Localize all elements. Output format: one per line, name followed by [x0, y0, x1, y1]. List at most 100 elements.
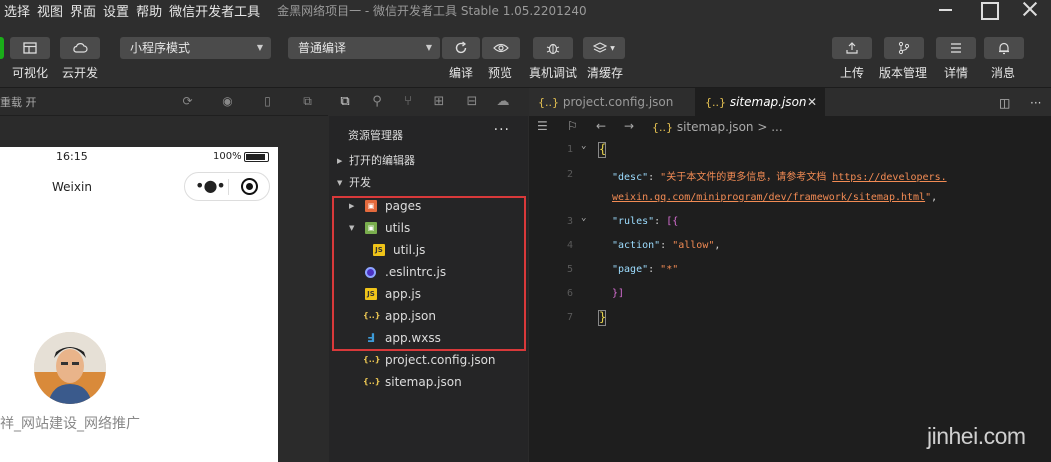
branch-icon — [898, 41, 910, 55]
bookmark-icon[interactable]: ⚐ — [567, 119, 578, 133]
list-icon[interactable]: ☰ — [537, 119, 548, 133]
url-link[interactable]: https://developers. — [832, 172, 946, 183]
phone-icon[interactable]: ▯ — [261, 95, 274, 108]
mode-select[interactable]: 小程序模式 ▼ — [120, 37, 271, 59]
compile-label: 编译 — [449, 66, 474, 80]
menu-help[interactable]: 帮助 — [132, 1, 165, 20]
more-actions-icon[interactable]: ··· — [494, 122, 510, 138]
hot-reload-toggle[interactable]: 重载 开 — [0, 94, 37, 110]
tree-item-label: project.config.json — [385, 353, 496, 367]
menu-devtools[interactable]: 微信开发者工具 — [165, 1, 263, 20]
watermark: jinhei.com — [927, 423, 1026, 449]
fold-chevron-icon[interactable]: ⌄ — [581, 141, 586, 151]
chevron-down-icon: ▼ — [337, 179, 343, 187]
open-brace: { — [599, 142, 607, 156]
real-device-debug-button[interactable] — [533, 37, 573, 59]
search-icon[interactable]: ⚲ — [369, 94, 385, 110]
json-file-icon: {..} — [705, 96, 726, 109]
open-editors-section[interactable]: ▶ 打开的编辑器 — [329, 151, 528, 171]
menu-view[interactable]: 视图 — [33, 1, 66, 20]
line-number: 2 — [566, 169, 573, 180]
line-number: 6 — [566, 288, 573, 299]
highlight-box — [332, 196, 526, 351]
refresh-icon[interactable]: ⟳ — [181, 95, 194, 108]
avatar[interactable] — [34, 332, 106, 404]
version-management-button[interactable] — [884, 37, 924, 59]
messages-button[interactable] — [984, 37, 1024, 59]
tree-item-sitemap[interactable]: {..} sitemap.json — [329, 371, 528, 393]
more-dots-icon[interactable]: •●• — [195, 178, 226, 194]
json-key: "action" — [612, 240, 661, 251]
layers-icon — [593, 41, 608, 53]
extensions-icon[interactable]: ⊞ — [431, 94, 447, 110]
source-control-icon[interactable]: ⑂ — [400, 94, 416, 110]
menu-select[interactable]: 选择 — [0, 1, 33, 20]
json-file-icon: {..} — [538, 96, 559, 109]
bell-icon — [999, 42, 1009, 55]
files-icon[interactable]: ⧉ — [337, 94, 353, 110]
upload-button[interactable] — [832, 37, 872, 59]
nav-title: Weixin — [52, 180, 92, 194]
docker-icon[interactable]: ☁ — [495, 94, 511, 110]
upload-icon — [846, 42, 858, 54]
mode-select-value: 小程序模式 — [130, 41, 191, 55]
compile-button[interactable] — [442, 37, 480, 59]
storage-icon[interactable]: ⊟ — [464, 94, 480, 110]
back-arrow-icon[interactable]: ← — [596, 119, 606, 133]
matching-brace: } — [598, 310, 606, 326]
code-line-rules-close: }] — [612, 288, 624, 299]
cloud-icon — [73, 43, 88, 53]
chevron-down-icon: ▼ — [425, 43, 432, 52]
json-string: "关于本文件的更多信息，请参考文档 — [660, 172, 833, 183]
json-key: "desc" — [612, 172, 649, 183]
details-button[interactable] — [936, 37, 976, 59]
simulator-toggle-indicator[interactable] — [0, 37, 4, 59]
chevron-down-icon: ▼ — [610, 44, 615, 52]
close-window-icon[interactable] — [1009, 0, 1051, 20]
battery-icon — [244, 152, 269, 162]
minimize-icon[interactable] — [925, 0, 967, 20]
clear-cache-button[interactable]: ▼ — [583, 37, 625, 59]
messages-label: 消息 — [991, 66, 1016, 80]
json-file-icon: {..} — [652, 121, 673, 134]
breadcrumb-text: sitemap.json > ... — [676, 120, 783, 134]
menu-settings[interactable]: 设置 — [99, 1, 132, 20]
phone-screen: 16:15 100% Weixin •●• 祥_网站建设_网络推广 — [0, 147, 278, 462]
breadcrumb: ☰ ⚐ ← → {..} sitemap.json > ... — [529, 116, 1051, 138]
project-label: 开发 — [349, 176, 371, 189]
tree-item-project-config[interactable]: {..} project.config.json — [329, 349, 528, 371]
close-tab-icon[interactable]: ✕ — [807, 88, 817, 116]
project-section[interactable]: ▼ 开发 — [329, 173, 528, 193]
tab-sitemap[interactable]: {..} sitemap.json ✕ — [695, 88, 825, 116]
stop-icon[interactable]: ◉ — [221, 95, 234, 108]
version-management-label: 版本管理 — [879, 66, 928, 80]
compile-select[interactable]: 普通编译 ▼ — [288, 37, 440, 59]
cloud-label: 云开发 — [62, 66, 99, 80]
breadcrumb-path[interactable]: {..} sitemap.json > ... — [652, 120, 783, 134]
forward-arrow-icon[interactable]: → — [624, 119, 634, 133]
detach-window-icon[interactable]: ⧉ — [301, 95, 314, 108]
tab-label: sitemap.json — [729, 95, 807, 109]
preview-button[interactable] — [482, 37, 520, 59]
capsule-divider — [228, 179, 229, 195]
status-time: 16:15 — [56, 150, 88, 163]
line-number: 5 — [566, 264, 573, 275]
window-controls — [925, 0, 1051, 20]
code-line-desc-wrap: weixin.qq.com/miniprogram/dev/framework/… — [612, 192, 938, 203]
close-target-icon[interactable] — [241, 178, 258, 195]
cloud-button[interactable] — [60, 37, 100, 59]
visual-button[interactable] — [10, 37, 50, 59]
maximize-icon[interactable] — [967, 0, 1009, 20]
url-link[interactable]: weixin.qq.com/miniprogram/dev/framework/… — [612, 192, 925, 203]
split-editor-icon[interactable]: ◫ — [999, 96, 1010, 110]
menu-interface[interactable]: 界面 — [66, 1, 99, 20]
json-bracket: }] — [612, 288, 625, 299]
bug-icon — [546, 43, 560, 55]
line-number: 4 — [566, 240, 573, 251]
tab-project-config[interactable]: {..} project.config.json — [529, 88, 694, 116]
json-string: "allow" — [672, 240, 715, 251]
code-editor[interactable]: ☰ ⚐ ← → {..} sitemap.json > ... 1 ⌄ { 2 … — [529, 116, 1051, 462]
more-icon[interactable]: ··· — [1030, 96, 1041, 110]
fold-chevron-icon[interactable]: ⌄ — [581, 213, 586, 223]
visual-label: 可视化 — [12, 66, 49, 80]
